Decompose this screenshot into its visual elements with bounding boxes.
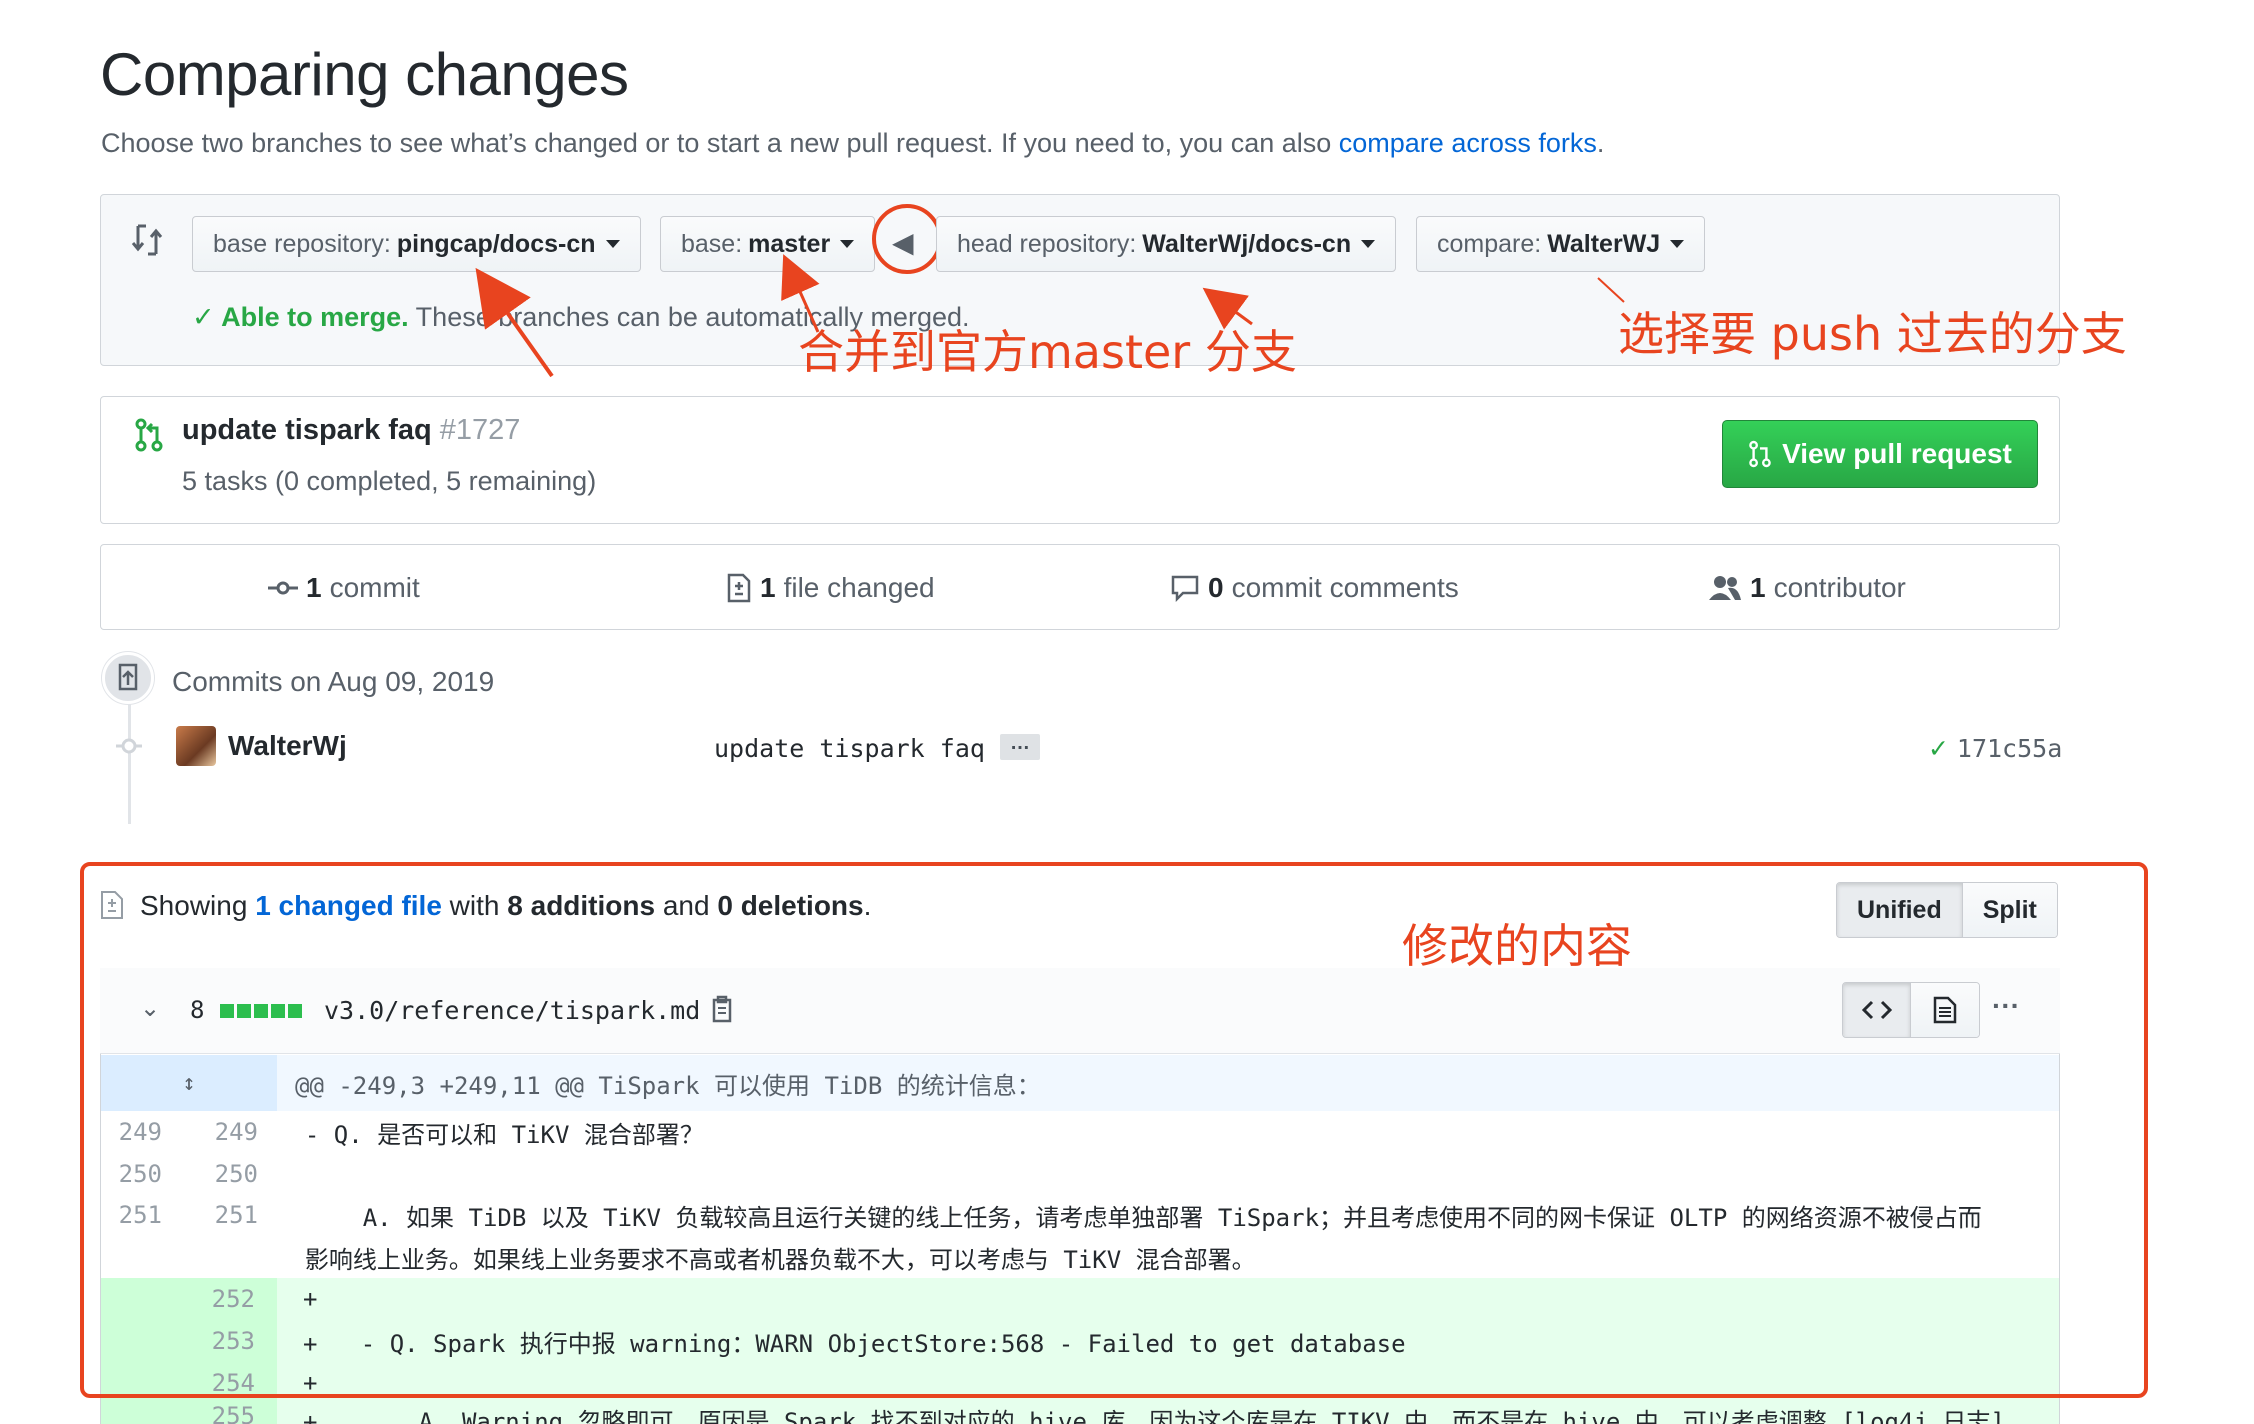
annotation-choose-branch: 选择要 push 过去的分支 (1618, 307, 2127, 361)
annotation-merge-to-master: 合并到官方master 分支 (798, 325, 1297, 379)
annotation-arrows (475, 254, 1625, 378)
annotation-changed-content: 修改的内容 (1402, 919, 1632, 973)
